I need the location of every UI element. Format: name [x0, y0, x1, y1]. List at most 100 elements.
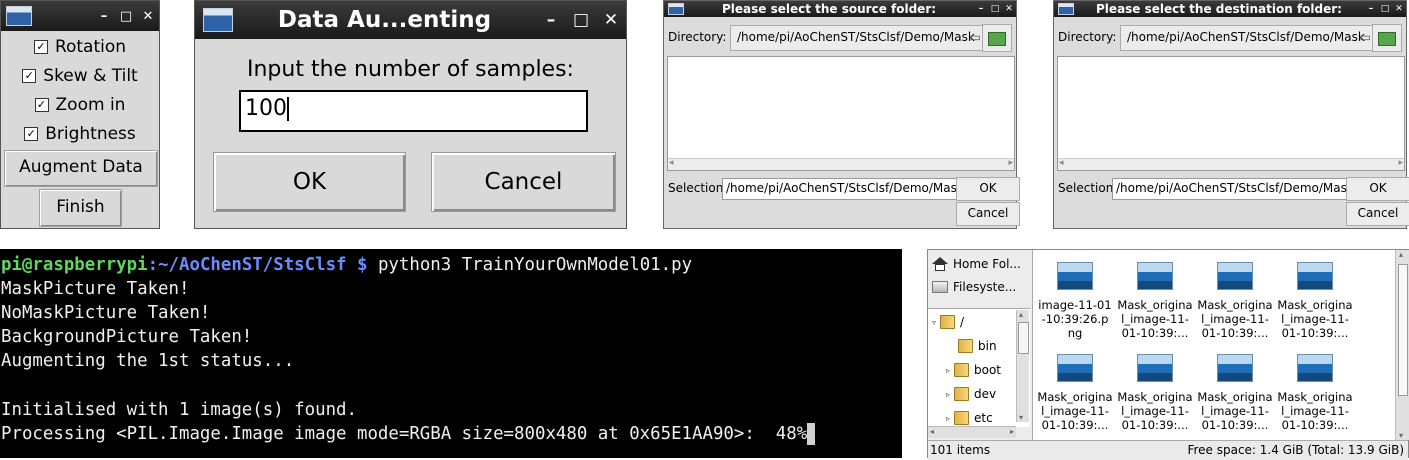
checkbox-rotation[interactable]: ✓ Rotation — [1, 34, 159, 60]
directory-label: Directory: — [1058, 30, 1117, 44]
main-vertical-scrollbar[interactable]: ▴ ▾ — [1395, 250, 1409, 440]
close-button[interactable]: ✕ — [1002, 4, 1016, 14]
status-bar: 101 items Free space: 1.4 GiB (Total: 13… — [928, 440, 1408, 460]
item-count: 101 items — [930, 443, 991, 457]
folder-up-icon — [1378, 32, 1396, 46]
checkbox-brightness[interactable]: ✓ Brightness — [1, 121, 159, 147]
close-button[interactable]: ✕ — [596, 10, 626, 30]
horizontal-scrollbar[interactable]: ◂ ▸ — [1058, 158, 1404, 170]
selection-field[interactable]: /home/pi/AoChenST/StsClsf/Demo/Mask — [1112, 178, 1347, 200]
scroll-left-icon: ◂ — [1059, 158, 1064, 168]
file-item[interactable]: Mask_origina l_image-11- 01-10:39:... — [1115, 262, 1195, 340]
maximize-button[interactable]: □ — [115, 9, 137, 24]
selection-label: Selection: — [668, 181, 728, 195]
close-button[interactable]: ✕ — [137, 9, 159, 24]
finish-button[interactable]: Finish — [39, 189, 122, 227]
minimize-button[interactable]: – — [974, 4, 988, 14]
scroll-up-icon: ▴ — [1399, 250, 1404, 259]
maximize-button[interactable]: □ — [1378, 4, 1392, 14]
output-line: BackgroundPicture Taken! — [1, 327, 253, 347]
tree-vertical-scrollbar[interactable]: ▴ ▾ — [1016, 310, 1029, 422]
tree-item-bin[interactable]: bin — [946, 335, 997, 357]
file-item[interactable]: Mask_origina l_image-11- 01-10:39:... — [1195, 262, 1275, 340]
place-filesystem[interactable]: Filesyste... — [932, 276, 1016, 298]
ok-button[interactable]: OK — [213, 152, 406, 212]
scroll-up-icon: ▴ — [1019, 310, 1024, 319]
maximize-button[interactable]: □ — [566, 10, 596, 30]
scroll-right-icon: ▸ — [1398, 158, 1403, 168]
scrollbar-thumb[interactable] — [1398, 264, 1408, 396]
expander-icon[interactable]: ▹ — [942, 414, 954, 423]
folder-list[interactable]: ◂ ▸ — [1057, 56, 1405, 171]
maximize-button[interactable]: □ — [988, 4, 1002, 14]
image-file-icon — [1217, 262, 1253, 290]
checkbox-zoom-in[interactable]: ✓ Zoom in — [1, 92, 159, 118]
drive-icon — [932, 281, 948, 293]
directory-combobox[interactable]: /home/pi/AoChenST/StsClsf/Demo/Mask ▭ — [730, 25, 986, 51]
minimize-button[interactable]: – — [93, 9, 115, 24]
terminal-window[interactable]: pi@raspberrypi:~/AoChenST/StsClsf $ pyth… — [0, 249, 902, 458]
minimize-button[interactable]: – — [1364, 4, 1378, 14]
image-file-icon — [1137, 354, 1173, 382]
scroll-right-icon: ▸ — [1008, 158, 1013, 168]
file-item[interactable]: Mask_origina l_image-11- 01-10:39:... — [1035, 354, 1115, 432]
file-item[interactable]: Mask_origina l_image-11- 01-10:39:... — [1275, 262, 1355, 340]
augment-data-button[interactable]: Augment Data — [4, 150, 158, 187]
tree-item-root[interactable]: ▿ / — [928, 311, 964, 333]
expander-icon[interactable]: ▿ — [928, 318, 940, 327]
tree-item-dev[interactable]: ▹ dev — [942, 383, 996, 405]
horizontal-scrollbar[interactable]: ◂ ▸ — [668, 158, 1014, 170]
place-home[interactable]: Home Fol... — [932, 253, 1021, 275]
file-item[interactable]: Mask_origina l_image-11- 01-10:39:... — [1115, 354, 1195, 432]
scroll-left-icon: ◂ — [669, 158, 674, 168]
ok-button[interactable]: OK — [956, 177, 1020, 201]
file-icon-view[interactable]: image-11-01 -10:39:26.p ng Mask_origina … — [1033, 250, 1395, 440]
ok-button[interactable]: OK — [1346, 177, 1409, 201]
dialog-title: Please select the source folder: — [721, 2, 937, 16]
up-folder-button[interactable] — [1372, 24, 1402, 52]
directory-combobox[interactable]: /home/pi/AoChenST/StsClsf/Demo/Mask ▭ — [1120, 25, 1376, 51]
cancel-button[interactable]: Cancel — [431, 152, 616, 212]
free-space: Free space: 1.4 GiB (Total: 13.9 GiB) — [1187, 443, 1404, 457]
minimize-button[interactable]: – — [536, 10, 566, 30]
folder-icon — [954, 363, 969, 377]
image-file-icon — [1057, 354, 1093, 382]
folder-up-icon — [988, 32, 1006, 46]
scrollbar-thumb[interactable] — [1018, 322, 1029, 354]
user-host: pi@raspberrypi — [1, 255, 148, 275]
prompt-line: pi@raspberrypi:~/AoChenST/StsClsf $ pyth… — [1, 253, 692, 277]
tree-horizontal-scrollbar[interactable]: ◂ ▸ — [928, 426, 1016, 438]
checkbox-skew-tilt[interactable]: ✓ Skew & Tilt — [1, 63, 159, 89]
dialog-title: Please select the destination folder: — [1096, 2, 1342, 16]
selection-field[interactable]: /home/pi/AoChenST/StsClsf/Demo/Mask — [722, 178, 957, 200]
folder-icon — [958, 339, 973, 353]
file-item[interactable]: Mask_origina l_image-11- 01-10:39:... — [1275, 354, 1355, 432]
expander-icon[interactable]: ▹ — [942, 366, 954, 375]
cancel-button[interactable]: Cancel — [956, 202, 1020, 226]
destination-folder-dialog: Please select the destination folder: – … — [1053, 0, 1409, 229]
close-button[interactable]: ✕ — [1392, 4, 1406, 14]
title-bar: Please select the source folder: – □ ✕ — [664, 1, 1016, 17]
directory-tree[interactable]: ▿ / bin ▹ boot ▹ dev ▹ etc — [928, 308, 1030, 427]
tree-item-boot[interactable]: ▹ boot — [942, 359, 1001, 381]
up-folder-button[interactable] — [982, 24, 1012, 52]
selection-label: Selection: — [1058, 181, 1118, 195]
image-file-icon — [1137, 262, 1173, 290]
expander-icon[interactable]: ▹ — [942, 390, 954, 399]
working-path: :~/AoChenST/StsClsf $ — [147, 255, 368, 275]
file-item[interactable]: Mask_origina l_image-11- 01-10:39:... — [1195, 354, 1275, 432]
tree-item-etc[interactable]: ▹ etc — [942, 407, 993, 427]
prompt-label: Input the number of samples: — [247, 57, 574, 82]
cancel-button[interactable]: Cancel — [1346, 202, 1409, 226]
scroll-down-icon: ▾ — [1019, 413, 1024, 422]
augment-options-window: – □ ✕ ✓ Rotation ✓ Skew & Tilt ✓ Zoom in… — [0, 0, 160, 229]
samples-input[interactable]: 100 — [239, 90, 588, 132]
dialog-title: Data Au...enting — [277, 7, 492, 33]
app-icon — [203, 8, 233, 32]
folder-list[interactable]: ◂ ▸ — [667, 56, 1015, 171]
checkmark-icon: ✓ — [33, 40, 48, 54]
file-item[interactable]: image-11-01 -10:39:26.p ng — [1035, 262, 1115, 340]
image-file-icon — [1297, 354, 1333, 382]
scroll-left-icon: ◂ — [930, 427, 935, 436]
folder-icon — [954, 387, 969, 401]
